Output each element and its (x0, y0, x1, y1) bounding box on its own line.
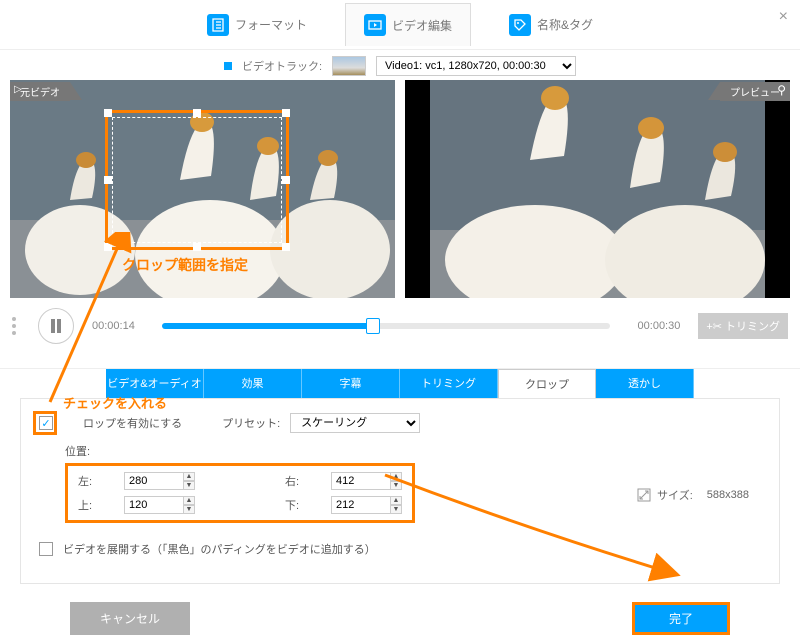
size-value: 588x388 (707, 489, 749, 501)
crop-handle-sw[interactable] (104, 243, 112, 251)
total-time: 00:00:30 (628, 320, 680, 332)
preset-select[interactable]: スケーリング (290, 413, 420, 433)
scissors-icon: +✂ (706, 320, 722, 333)
tab-name-tag-label: 名称&タグ (537, 16, 593, 33)
track-bullet-icon (224, 62, 232, 70)
preview-video-pane[interactable]: プレビュー ⚲ (405, 80, 790, 298)
enable-crop-label: ロップを有効にする (83, 415, 182, 431)
preview-video-image (405, 80, 790, 298)
position-group: 左: ▲▼ 右: ▲▼ 上: ▲▼ 下: ▲▼ (65, 463, 415, 523)
tab-format[interactable]: フォーマット (189, 4, 325, 46)
tab-trimming[interactable]: トリミング (400, 369, 498, 398)
tab-format-label: フォーマット (235, 16, 307, 33)
tab-watermark[interactable]: 透かし (596, 369, 694, 398)
size-icon (637, 488, 651, 502)
play-pause-button[interactable] (38, 308, 74, 344)
crop-panel: チェックを入れる ✓ ロップを有効にする プリセット: スケーリング 位置: 左… (20, 398, 780, 584)
top-tab-bar: × フォーマット ビデオ編集 名称&タグ (0, 0, 800, 50)
bottom-input[interactable] (331, 496, 391, 514)
tab-name-tag[interactable]: 名称&タグ (491, 4, 611, 46)
left-input[interactable] (124, 472, 184, 490)
right-label: 右: (285, 473, 321, 489)
seek-slider[interactable] (162, 323, 610, 329)
track-thumbnail (332, 56, 366, 76)
format-icon (207, 14, 229, 36)
crop-frame[interactable] (105, 110, 289, 250)
timeline-dots-icon (12, 317, 20, 335)
tab-crop[interactable]: クロップ (498, 369, 596, 398)
left-label: 左: (78, 473, 114, 489)
crop-handle-se[interactable] (282, 243, 290, 251)
option-tabs: ビデオ&オーディオ 効果 字幕 トリミング クロップ 透かし (0, 368, 800, 398)
annotation-check-frame (33, 411, 57, 435)
tab-video-audio[interactable]: ビデオ&オーディオ (106, 369, 204, 398)
close-icon[interactable]: × (779, 8, 788, 26)
video-track-row: ビデオトラック: Video1: vc1, 1280x720, 00:00:30 (0, 50, 800, 80)
name-tag-icon (509, 14, 531, 36)
right-down[interactable]: ▼ (390, 481, 402, 490)
video-preview-row: ▷ 元ビデオ (0, 80, 800, 298)
right-up[interactable]: ▲ (390, 472, 402, 481)
preset-label: プリセット: (222, 415, 280, 431)
current-time: 00:00:14 (92, 320, 144, 332)
video-track-label: ビデオトラック: (242, 58, 322, 74)
crop-handle-e[interactable] (282, 176, 290, 184)
video-edit-icon (364, 14, 386, 36)
tab-effects[interactable]: 効果 (204, 369, 302, 398)
magnifier-icon[interactable]: ⚲ (777, 83, 786, 97)
expand-video-label: ビデオを展開する（「黒色」のパディングをビデオに追加する） (63, 541, 376, 557)
tab-video-edit-label: ビデオ編集 (392, 17, 452, 34)
trimming-button[interactable]: +✂ トリミング (698, 313, 788, 339)
tab-video-edit[interactable]: ビデオ編集 (345, 3, 471, 46)
crop-handle-w[interactable] (104, 176, 112, 184)
left-up[interactable]: ▲ (183, 472, 195, 481)
left-down[interactable]: ▼ (183, 481, 195, 490)
position-label: 位置: (65, 443, 761, 459)
crop-handle-s[interactable] (193, 243, 201, 251)
tab-subtitle[interactable]: 字幕 (302, 369, 400, 398)
expand-video-checkbox[interactable] (39, 542, 53, 556)
top-label: 上: (78, 497, 114, 513)
done-button[interactable]: 完了 (632, 602, 730, 635)
seek-thumb[interactable] (366, 318, 380, 334)
footer: キャンセル 完了 (0, 594, 800, 635)
play-triangle-icon: ▷ (14, 84, 22, 95)
source-video-pane[interactable]: ▷ 元ビデオ (10, 80, 395, 298)
top-down[interactable]: ▼ (183, 505, 195, 514)
top-input[interactable] (124, 496, 184, 514)
size-info: サイズ: 588x388 (637, 487, 749, 503)
bottom-up[interactable]: ▲ (390, 496, 402, 505)
crop-handle-n[interactable] (193, 109, 201, 117)
right-input[interactable] (331, 472, 391, 490)
cancel-button[interactable]: キャンセル (70, 602, 190, 635)
bottom-down[interactable]: ▼ (390, 505, 402, 514)
crop-handle-nw[interactable] (104, 109, 112, 117)
bottom-label: 下: (285, 497, 321, 513)
timeline: 00:00:14 00:00:30 +✂ トリミング (0, 298, 800, 364)
video-track-select[interactable]: Video1: vc1, 1280x720, 00:00:30 (376, 56, 576, 76)
top-up[interactable]: ▲ (183, 496, 195, 505)
crop-handle-ne[interactable] (282, 109, 290, 117)
